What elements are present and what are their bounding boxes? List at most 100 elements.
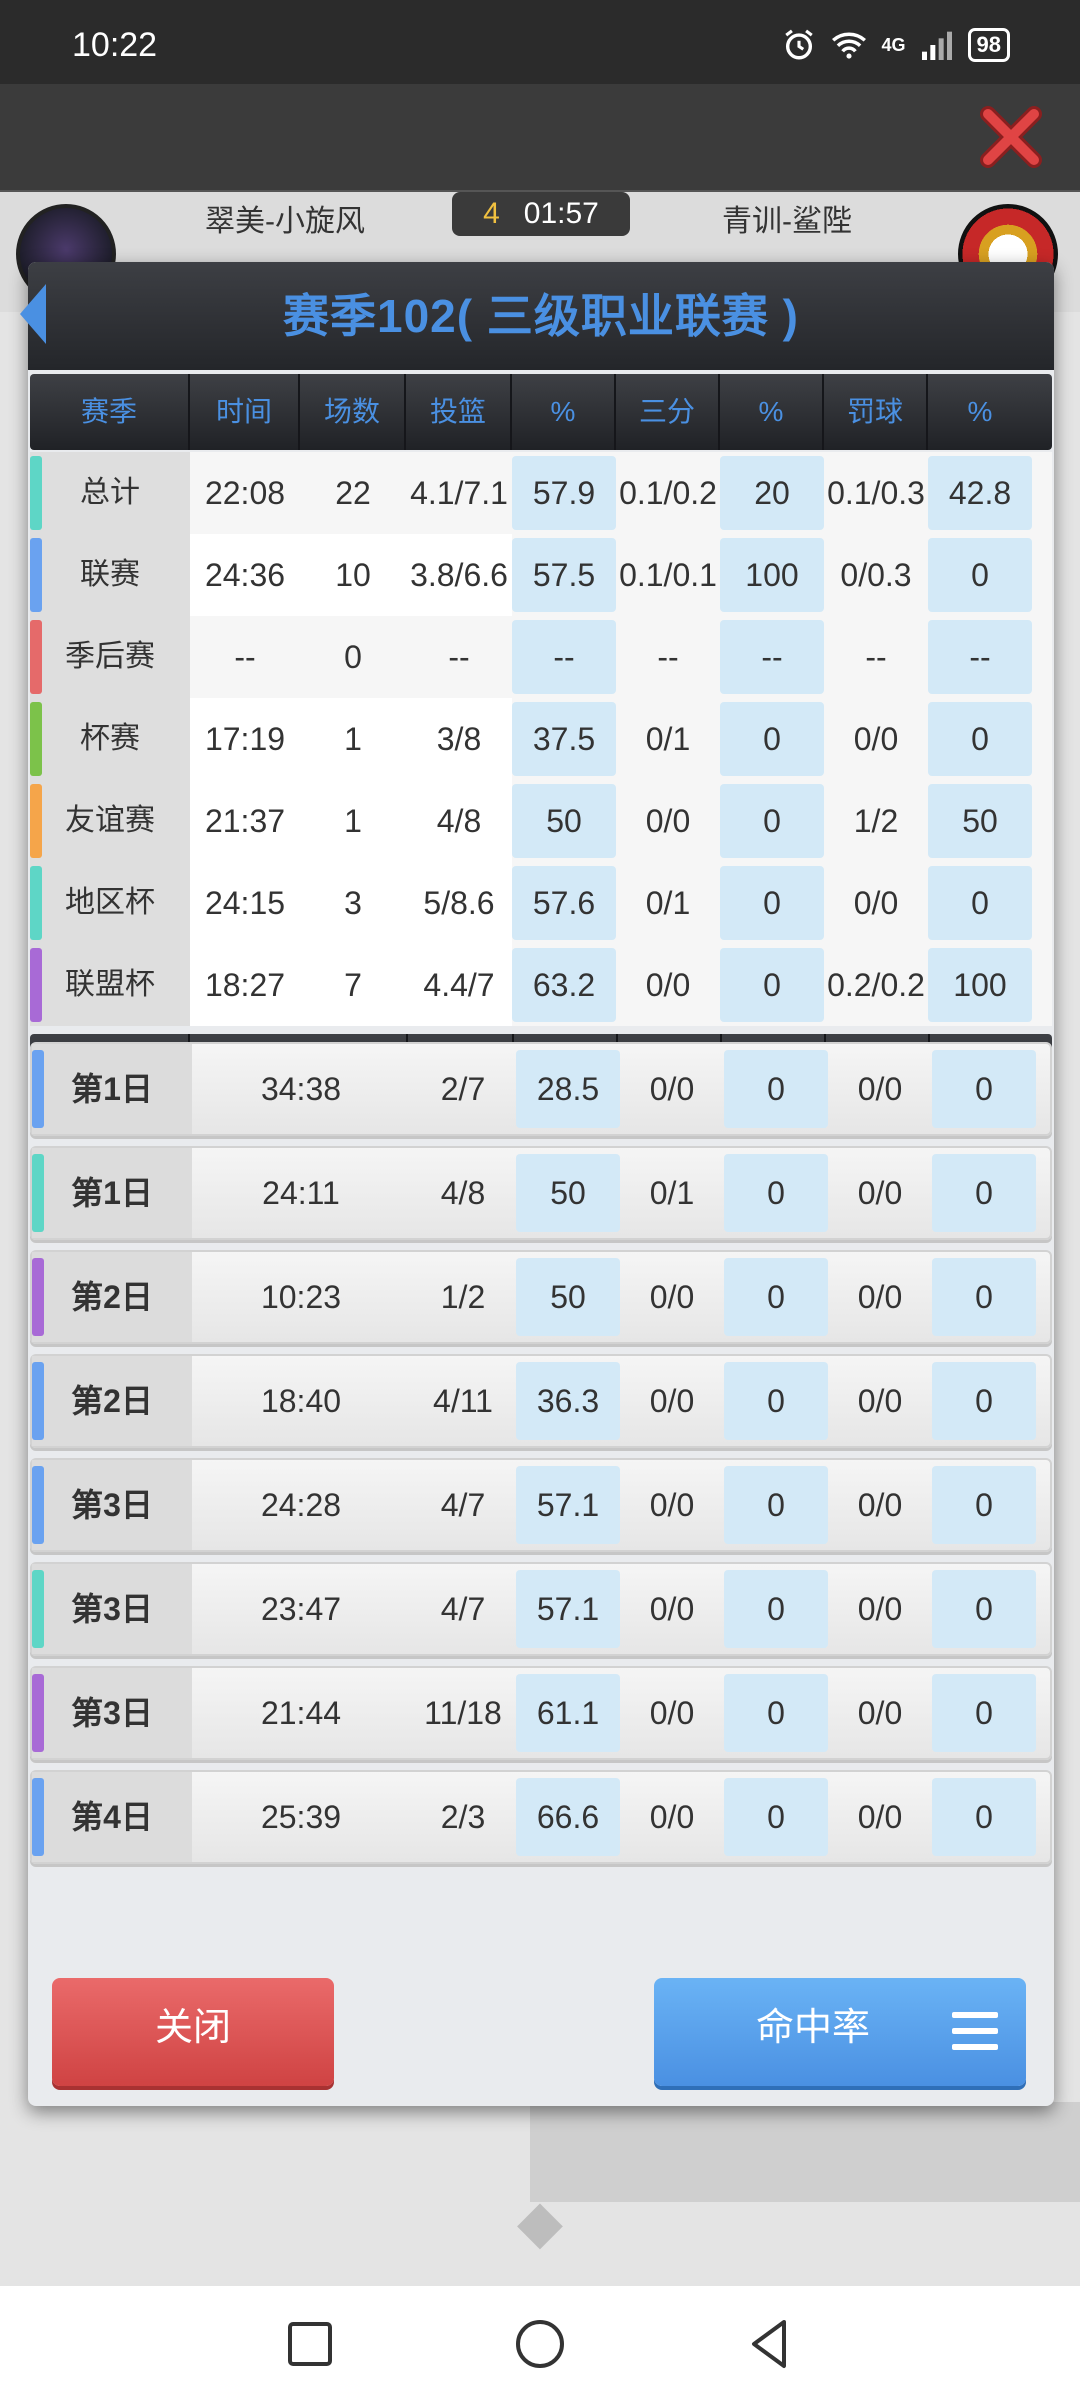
- stat-cell: 18:40: [260, 1383, 342, 1419]
- game-row[interactable]: 第1日 24:11 4/8 50 0/1 0 0/0 0: [30, 1146, 1052, 1240]
- stat-cell: 42.8: [928, 456, 1032, 530]
- stat-cell: 28.5: [516, 1050, 620, 1128]
- stat-cell: 0: [724, 1570, 828, 1648]
- stat-cell: 0/0: [857, 1383, 903, 1419]
- team-right-name: 青训-鲨陛: [722, 205, 852, 238]
- stat-cell: 63.2: [512, 948, 616, 1022]
- stat-cell: 2/3: [440, 1799, 486, 1835]
- stat-cell: 5/8.6: [406, 862, 512, 944]
- stat-cell: 4/8: [440, 1175, 486, 1211]
- stat-cell: 4/8: [406, 780, 512, 862]
- stat-cell: 0/0: [857, 1487, 903, 1523]
- stat-cell: 23:47: [260, 1591, 342, 1627]
- close-button[interactable]: 关闭: [52, 1978, 334, 2086]
- game-row[interactable]: 第2日 10:23 1/2 50 0/0 0 0/0 0: [30, 1250, 1052, 1344]
- season-table: 总计 22:08 22 4.1/7.1 57.9 0.1/0.2 20 0.1/0.3 42.8…: [30, 452, 1052, 1026]
- stat-cell: 57.1: [516, 1466, 620, 1544]
- back-icon[interactable]: [740, 2314, 800, 2374]
- stat-cell: 0/1: [649, 1175, 695, 1211]
- column-header[interactable]: 投篮: [406, 374, 512, 450]
- row-accent: [30, 948, 42, 1022]
- game-row[interactable]: 第3日 21:44 11/18 61.1 0/0 0 0/0 0: [30, 1666, 1052, 1760]
- stat-cell: 24:15: [190, 862, 300, 944]
- game-row[interactable]: 第2日 18:40 4/11 36.3 0/0 0 0/0 0: [30, 1354, 1052, 1448]
- close-icon[interactable]: [976, 102, 1046, 172]
- game-row[interactable]: 第3日 24:28 4/7 57.1 0/0 0 0/0 0: [30, 1458, 1052, 1552]
- row-accent: [32, 1362, 44, 1440]
- stat-cell: 0: [932, 1362, 1036, 1440]
- column-header[interactable]: 时间: [190, 374, 300, 450]
- row-accent: [30, 620, 42, 694]
- column-header[interactable]: 罚球: [824, 374, 928, 450]
- navigation-bar: [0, 2286, 1080, 2400]
- stat-cell: 18:27: [190, 944, 300, 1026]
- stat-cell: 0/0: [649, 1695, 695, 1731]
- stat-cell: 0: [932, 1050, 1036, 1128]
- stat-cell: 50: [512, 784, 616, 858]
- season-type-label: 联盟杯: [30, 944, 190, 1026]
- recent-apps-icon[interactable]: [280, 2314, 340, 2374]
- column-header[interactable]: 场数: [300, 374, 406, 450]
- season-row[interactable]: 友谊赛 21:37 1 4/8 50 0/0 0 1/2 50: [30, 780, 1052, 862]
- stat-cell: 1: [300, 780, 406, 862]
- stat-cell: 21:37: [190, 780, 300, 862]
- row-accent: [30, 866, 42, 940]
- panel-title: 赛季102( 三级职业联赛 ): [283, 290, 799, 342]
- column-header[interactable]: %: [928, 374, 1032, 450]
- season-row[interactable]: 季后赛 -- 0 -- -- -- -- -- --: [30, 616, 1052, 698]
- stat-cell: 0: [724, 1778, 828, 1856]
- stat-cell: 3.8/6.6: [406, 534, 512, 616]
- stat-cell: 61.1: [516, 1674, 620, 1752]
- background-logo-icon: ◆: [516, 2188, 564, 2255]
- season-row[interactable]: 联赛 24:36 10 3.8/6.6 57.5 0.1/0.1 100 0/0.3 0: [30, 534, 1052, 616]
- hit-rate-label: 命中率: [756, 2007, 871, 2049]
- game-day-label: 第3日: [32, 1564, 192, 1654]
- stat-cell: 0: [928, 538, 1032, 612]
- stat-cell: 0: [724, 1466, 828, 1544]
- season-row[interactable]: 总计 22:08 22 4.1/7.1 57.9 0.1/0.2 20 0.1/0.3 42.8: [30, 452, 1052, 534]
- stat-cell: 57.6: [512, 866, 616, 940]
- season-row[interactable]: 地区杯 24:15 3 5/8.6 57.6 0/1 0 0/0 0: [30, 862, 1052, 944]
- row-accent: [32, 1466, 44, 1544]
- stat-cell: 0.1/0.1: [619, 557, 717, 593]
- stat-cell: 0: [932, 1778, 1036, 1856]
- home-icon[interactable]: [510, 2314, 570, 2374]
- stat-cell: 4/7: [440, 1591, 486, 1627]
- stat-cell: 0.2/0.2: [827, 967, 925, 1003]
- game-row[interactable]: 第1日 34:38 2/7 28.5 0/0 0 0/0 0: [30, 1042, 1052, 1136]
- stat-cell: 0: [932, 1570, 1036, 1648]
- column-header[interactable]: 三分: [616, 374, 720, 450]
- stat-cell: 0: [724, 1050, 828, 1128]
- column-header[interactable]: 赛季: [30, 374, 190, 450]
- stat-cell: 0.1/0.3: [827, 475, 925, 511]
- team-left-name: 翠美-小旋风: [205, 205, 365, 238]
- stat-cell: --: [865, 639, 887, 675]
- alarm-icon: [784, 29, 813, 60]
- row-accent: [30, 456, 42, 530]
- quarter: 4: [483, 197, 500, 230]
- season-type-label: 联赛: [30, 534, 190, 616]
- game-row[interactable]: 第4日 25:39 2/3 66.6 0/0 0 0/0 0: [30, 1770, 1052, 1864]
- stat-cell: 0: [720, 702, 824, 776]
- game-day-label: 第2日: [32, 1252, 192, 1342]
- stat-cell: 57.5: [512, 538, 616, 612]
- column-header[interactable]: %: [720, 374, 824, 450]
- game-day-label: 第4日: [32, 1772, 192, 1862]
- season-row[interactable]: 杯赛 17:19 1 3/8 37.5 0/1 0 0/0 0: [30, 698, 1052, 780]
- stat-cell: 0: [724, 1362, 828, 1440]
- row-accent: [32, 1674, 44, 1752]
- status-time: 10:22: [72, 26, 158, 64]
- stat-cell: 24:36: [190, 534, 300, 616]
- stat-cell: 0/0: [857, 1799, 903, 1835]
- column-header[interactable]: %: [512, 374, 616, 450]
- clock-time: 01:57: [523, 197, 599, 230]
- stat-cell: 57.9: [512, 456, 616, 530]
- menu-icon: [952, 2012, 998, 2052]
- season-row[interactable]: 联盟杯 18:27 7 4.4/7 63.2 0/0 0 0.2/0.2 100: [30, 944, 1052, 1026]
- stat-cell: 0/0: [853, 721, 899, 757]
- hit-rate-button[interactable]: 命中率: [654, 1978, 1026, 2086]
- game-row[interactable]: 第3日 23:47 4/7 57.1 0/0 0 0/0 0: [30, 1562, 1052, 1656]
- stat-cell: 0: [928, 866, 1032, 940]
- network-type: 4G: [881, 34, 906, 55]
- row-accent: [30, 702, 42, 776]
